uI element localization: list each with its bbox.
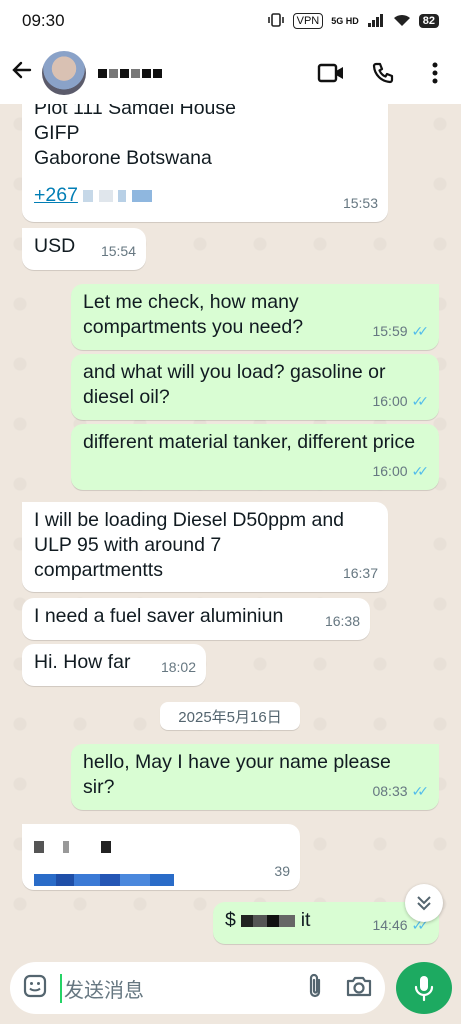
camera-icon[interactable] — [345, 974, 373, 1003]
message-incoming[interactable]: USD 15:54 — [22, 228, 146, 270]
message-text: USD — [34, 235, 76, 257]
message-outgoing[interactable]: hello, May I have your name please sir? … — [71, 744, 439, 810]
message-outgoing[interactable]: Let me check, how many compartments you … — [71, 284, 439, 350]
message-time: 16:38 — [324, 613, 360, 629]
message-status: 15:59 ✓✓ — [372, 319, 429, 344]
message-text: Hi. How far — [34, 651, 131, 673]
scroll-to-bottom-button[interactable] — [405, 884, 443, 922]
signal-icon — [367, 13, 385, 30]
double-chevron-down-icon — [417, 896, 431, 911]
arrow-left-icon[interactable] — [2, 58, 42, 89]
message-line: Gaborone Botswana — [34, 147, 212, 169]
vibrate-icon — [267, 12, 285, 30]
chat-header — [0, 42, 461, 104]
message-status: 16:00 ✓✓ — [372, 459, 429, 484]
vpn-badge: VPN — [292, 13, 324, 29]
status-bar: 09:30 VPN 5G HD 82 — [0, 0, 461, 42]
message-input[interactable]: 发送消息 — [60, 973, 307, 1003]
phone-icon[interactable] — [357, 61, 409, 85]
read-ticks-icon: ✓✓ — [411, 393, 430, 409]
message-line: GIFP — [34, 122, 80, 144]
message-time: 15:54 — [100, 243, 136, 259]
contact-name[interactable] — [98, 68, 305, 78]
message-text: I need a fuel saver aluminiun — [34, 605, 284, 627]
message-incoming[interactable]: I will be loading Diesel D50ppm and ULP … — [22, 502, 388, 592]
more-vertical-icon[interactable] — [409, 62, 461, 84]
message-composer[interactable]: 发送消息 — [10, 962, 385, 1014]
redacted-link — [34, 867, 288, 892]
avatar[interactable] — [42, 51, 86, 95]
message-time: 15:53 — [342, 195, 378, 211]
sticker-icon[interactable] — [22, 973, 48, 1004]
status-time: 09:30 — [22, 11, 65, 30]
microphone-icon — [414, 976, 434, 1002]
message-incoming[interactable]: Hi. How far 18:02 — [22, 644, 206, 686]
date-separator: 2025年5月16日 — [160, 702, 300, 730]
redacted-content — [34, 834, 288, 859]
network-label: 5G HD — [331, 15, 359, 26]
read-ticks-icon: ✓✓ — [411, 323, 430, 339]
chat-area[interactable]: Plot 111 Samdel House GIFP Gaborone Bots… — [0, 104, 461, 956]
battery-indicator: 82 — [418, 14, 439, 28]
message-incoming[interactable]: I need a fuel saver aluminiun 16:38 — [22, 598, 370, 640]
status-icons: VPN 5G HD 82 — [267, 12, 439, 30]
message-time: 39 — [274, 863, 290, 879]
message-text: Let me check, how many compartments you … — [83, 291, 304, 338]
message-text: I will be loading Diesel D50ppm and ULP … — [34, 509, 345, 581]
voice-record-button[interactable] — [396, 962, 452, 1014]
paperclip-icon[interactable] — [307, 972, 323, 1005]
message-status: 16:00 ✓✓ — [372, 389, 429, 414]
phone-link[interactable]: +267 — [34, 184, 78, 206]
video-call-icon[interactable] — [305, 62, 357, 84]
read-ticks-icon: ✓✓ — [411, 783, 430, 799]
message-time: 18:02 — [160, 659, 196, 675]
message-time: 16:37 — [342, 565, 378, 581]
message-line: Plot 111 Samdel House — [34, 104, 236, 119]
wifi-icon — [393, 13, 411, 30]
message-text-suffix: it — [300, 909, 311, 931]
message-status: 08:33 ✓✓ — [372, 779, 429, 804]
message-outgoing[interactable]: different material tanker, different pri… — [71, 424, 439, 490]
message-incoming[interactable]: Plot 111 Samdel House GIFP Gaborone Bots… — [22, 104, 388, 222]
read-ticks-icon: ✓✓ — [411, 463, 430, 479]
message-incoming[interactable]: 39 — [22, 824, 300, 890]
message-outgoing[interactable]: and what will you load? gasoline or dies… — [71, 354, 439, 420]
message-text-prefix: $ — [225, 909, 236, 931]
message-text: different material tanker, different pri… — [83, 431, 416, 453]
